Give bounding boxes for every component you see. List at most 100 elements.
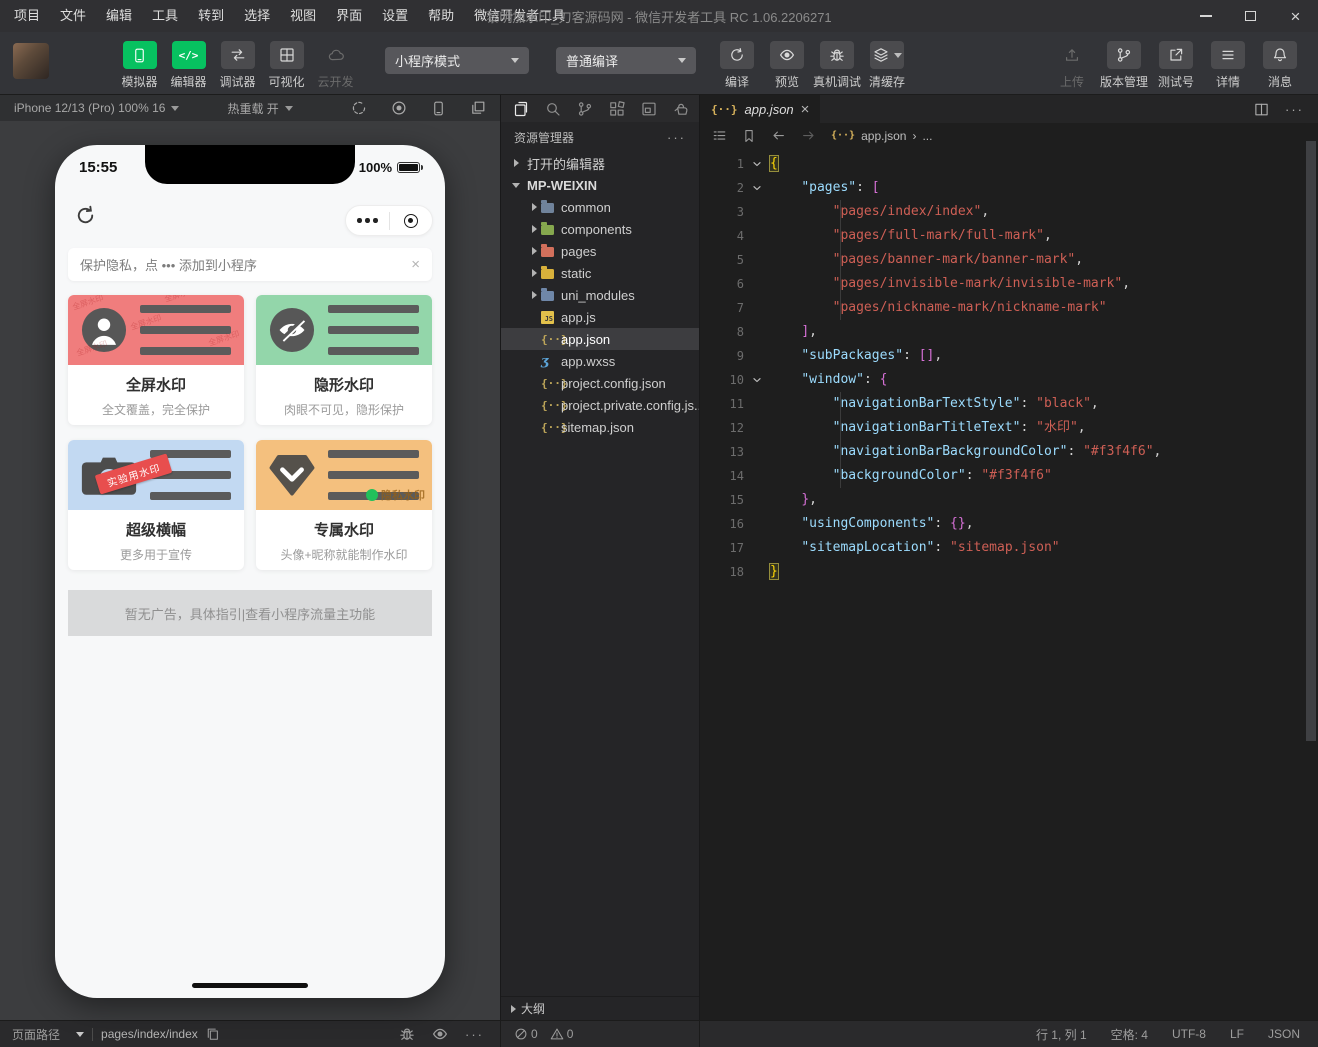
encoding-setting[interactable]: UTF-8: [1172, 1027, 1206, 1041]
menu-item-9[interactable]: 帮助: [418, 0, 464, 32]
tab-close-icon[interactable]: ×: [801, 102, 810, 117]
mode-button-可视化[interactable]: 可视化: [262, 41, 311, 90]
tree-item-project.private.config.js...[interactable]: {··} project.private.config.js...: [501, 394, 699, 416]
preview-eye-icon[interactable]: [432, 1026, 448, 1042]
outline-section[interactable]: 大纲: [501, 996, 699, 1020]
maximize-button[interactable]: [1228, 0, 1273, 32]
nav-forward-icon[interactable]: [801, 128, 816, 143]
menu-item-0[interactable]: 项目: [4, 0, 50, 32]
tree-item-uni_modules[interactable]: uni_modules: [501, 284, 699, 306]
code-line-8[interactable]: 8 ],: [700, 320, 1318, 344]
minimize-button[interactable]: [1183, 0, 1228, 32]
code-line-3[interactable]: 3 "pages/index/index",: [700, 200, 1318, 224]
tab-app-json[interactable]: {··} app.json ×: [700, 95, 821, 123]
card-专属水印[interactable]: 隐私水印 专属水印 头像+昵称就能制作水印: [256, 440, 432, 570]
tree-item-project.config.json[interactable]: {··} project.config.json: [501, 372, 699, 394]
eol-setting[interactable]: LF: [1230, 1027, 1244, 1041]
code-line-15[interactable]: 15 },: [700, 488, 1318, 512]
copy-path-icon[interactable]: [206, 1027, 220, 1041]
indentation-setting[interactable]: 空格: 4: [1111, 1026, 1148, 1043]
outline-list-icon[interactable]: [712, 128, 727, 143]
card-隐形水印[interactable]: 隐形水印 肉眼不可见，隐形保护: [256, 295, 432, 425]
mode-button-编辑器[interactable]: </> 编辑器: [164, 41, 213, 90]
mode-button-模拟器[interactable]: 模拟器: [115, 41, 164, 90]
nav-back-icon[interactable]: [771, 128, 786, 143]
device-select[interactable]: iPhone 12/13 (Pro) 100% 16: [14, 101, 180, 115]
problems-indicator[interactable]: 0 0: [500, 1021, 700, 1047]
page-reload-icon[interactable]: [75, 205, 96, 226]
compile-button-预览[interactable]: 预览: [762, 41, 812, 90]
detach-window-icon[interactable]: [470, 100, 486, 116]
tree-item-static[interactable]: static: [501, 262, 699, 284]
home-indicator[interactable]: [192, 983, 308, 988]
cursor-position[interactable]: 行 1, 列 1: [1036, 1026, 1087, 1043]
split-editor-icon[interactable]: [1254, 102, 1269, 117]
tree-item-sitemap.json[interactable]: {··} sitemap.json: [501, 416, 699, 438]
code-line-4[interactable]: 4 "pages/full-mark/full-mark",: [700, 224, 1318, 248]
menu-item-7[interactable]: 界面: [326, 0, 372, 32]
code-line-16[interactable]: 16 "usingComponents": {},: [700, 512, 1318, 536]
menu-item-2[interactable]: 编辑: [96, 0, 142, 32]
record-icon[interactable]: [391, 100, 407, 116]
code-line-18[interactable]: 18}: [700, 560, 1318, 584]
toolbar-button-详情[interactable]: 详情: [1202, 41, 1254, 90]
tree-item-app.json[interactable]: {··} app.json: [501, 328, 699, 350]
editor-layout-icon[interactable]: [633, 95, 665, 122]
code-line-7[interactable]: 7 "pages/nickname-mark/nickname-mark": [700, 296, 1318, 320]
code-line-12[interactable]: 12 "navigationBarTitleText": "水印",: [700, 416, 1318, 440]
tree-item-app.js[interactable]: JS app.js: [501, 306, 699, 328]
menu-item-8[interactable]: 设置: [372, 0, 418, 32]
menu-item-3[interactable]: 工具: [142, 0, 188, 32]
menu-item-6[interactable]: 视图: [280, 0, 326, 32]
menu-item-1[interactable]: 文件: [50, 0, 96, 32]
language-mode[interactable]: JSON: [1268, 1027, 1300, 1041]
mode-select[interactable]: 小程序模式: [385, 47, 529, 74]
more-actions-icon[interactable]: ···: [1285, 102, 1304, 117]
toolbar-button-测试号[interactable]: 测试号: [1150, 41, 1202, 90]
tree-item-pages[interactable]: pages: [501, 240, 699, 262]
hot-reload-toggle[interactable]: 热重载 开: [227, 100, 293, 117]
rotate-device-icon[interactable]: [351, 100, 367, 116]
code-line-13[interactable]: 13 "navigationBarBackgroundColor": "#f3f…: [700, 440, 1318, 464]
fold-chevron-icon[interactable]: [744, 368, 770, 392]
mode-button-云开发[interactable]: 云开发: [311, 41, 360, 90]
source-control-icon[interactable]: [569, 95, 601, 122]
menu-item-4[interactable]: 转到: [188, 0, 234, 32]
more-options-icon[interactable]: ···: [465, 1027, 484, 1042]
code-line-1[interactable]: 1{: [700, 152, 1318, 176]
banner-close-icon[interactable]: ×: [411, 256, 420, 273]
tree-section-打开的编辑器[interactable]: 打开的编辑器: [501, 152, 699, 174]
more-menu-icon[interactable]: [346, 218, 389, 223]
user-avatar[interactable]: [13, 43, 49, 79]
code-line-6[interactable]: 6 "pages/invisible-mark/invisible-mark",: [700, 272, 1318, 296]
code-line-14[interactable]: 14 "backgroundColor": "#f3f4f6": [700, 464, 1318, 488]
search-icon[interactable]: [537, 95, 569, 122]
breadcrumb-item[interactable]: {··} app.json › ...: [831, 129, 932, 143]
fold-chevron-icon[interactable]: [744, 176, 770, 200]
page-path-select[interactable]: 页面路径: [12, 1026, 85, 1043]
tree-item-app.wxss[interactable]: ʒ app.wxss: [501, 350, 699, 372]
compile-button-清缓存[interactable]: 清缓存: [862, 41, 912, 90]
close-button[interactable]: ×: [1273, 0, 1318, 32]
tree-item-common[interactable]: common: [501, 196, 699, 218]
toolbar-button-版本管理[interactable]: 版本管理: [1098, 41, 1150, 90]
card-全屏水印[interactable]: 全屏水印全屏水印全屏水印全屏水印全屏水印全屏水印全文覆盖，完全保护: [68, 295, 244, 425]
vconsole-debug-icon[interactable]: [399, 1026, 415, 1042]
tree-section-MP-WEIXIN[interactable]: MP-WEIXIN: [501, 174, 699, 196]
menu-item-5[interactable]: 选择: [234, 0, 280, 32]
toolbar-button-上传[interactable]: 上传: [1046, 41, 1098, 90]
code-line-5[interactable]: 5 "pages/banner-mark/banner-mark",: [700, 248, 1318, 272]
fold-chevron-icon[interactable]: [744, 152, 770, 176]
compile-select[interactable]: 普通编译: [556, 47, 696, 74]
code-line-9[interactable]: 9 "subPackages": [],: [700, 344, 1318, 368]
toolbar-button-消息[interactable]: 消息: [1254, 41, 1306, 90]
code-line-11[interactable]: 11 "navigationBarTextStyle": "black",: [700, 392, 1318, 416]
more-actions-icon[interactable]: ···: [667, 130, 686, 145]
code-line-10[interactable]: 10 "window": {: [700, 368, 1318, 392]
extensions-icon[interactable]: [601, 95, 633, 122]
compile-button-真机调试[interactable]: 真机调试: [812, 41, 862, 90]
explorer-icon[interactable]: [505, 95, 537, 122]
bookmark-icon[interactable]: [742, 129, 756, 143]
code-line-2[interactable]: 2 "pages": [: [700, 176, 1318, 200]
device-frame-icon[interactable]: [431, 100, 446, 116]
